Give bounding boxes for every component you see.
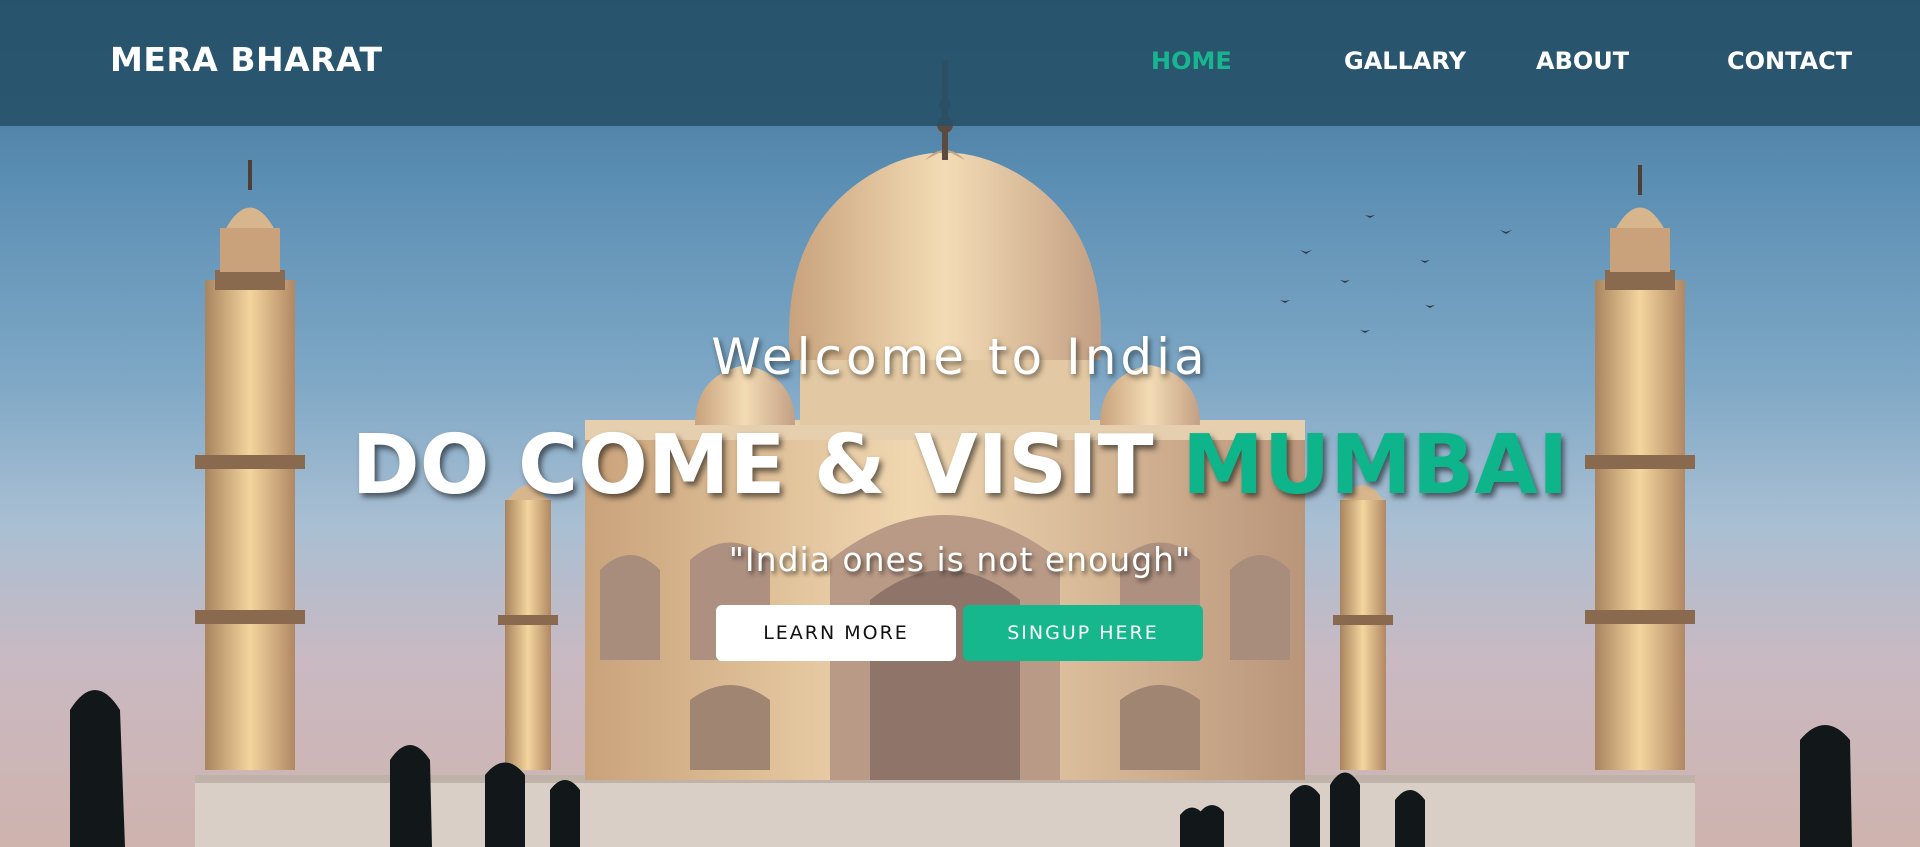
nav-link-contact[interactable]: CONTACT	[1727, 47, 1852, 75]
navbar: MERA BHARAT HOME GALLARY ABOUT CONTACT	[0, 0, 1920, 126]
hero-headline-accent: MUMBAI	[1182, 418, 1569, 513]
hero-welcome-text: Welcome to India	[711, 328, 1209, 386]
nav-link-gallary[interactable]: GALLARY	[1344, 47, 1466, 75]
brand-logo[interactable]: MERA BHARAT	[110, 40, 383, 79]
learn-more-button[interactable]: LEARN MORE	[716, 605, 956, 661]
hero-tagline: "India ones is not enough"	[728, 540, 1192, 579]
nav-link-about[interactable]: ABOUT	[1536, 47, 1629, 75]
signup-button[interactable]: SINGUP HERE	[963, 605, 1203, 661]
hero-headline: DO COME & VISIT MUMBAI	[0, 418, 1920, 513]
hero-headline-prefix: DO COME & VISIT	[351, 418, 1183, 513]
nav-link-home[interactable]: HOME	[1151, 47, 1232, 75]
